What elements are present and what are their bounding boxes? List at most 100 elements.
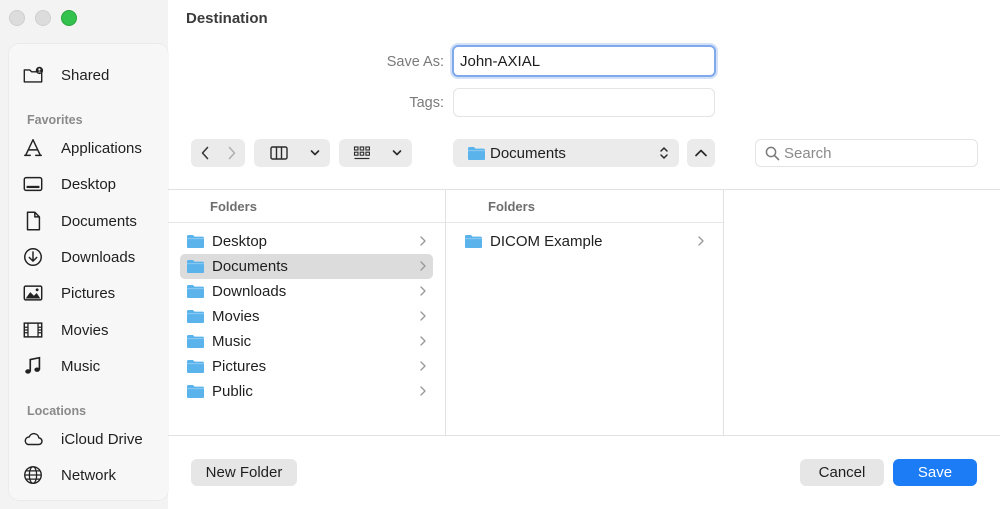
chevron-right-icon <box>228 146 235 160</box>
column-heading: Folders <box>446 190 723 223</box>
group-view-button[interactable] <box>339 139 412 167</box>
sidebar-item-label: Movies <box>61 321 109 339</box>
folder-icon <box>187 235 204 248</box>
folder-icon <box>187 335 204 348</box>
shared-folder-icon <box>20 64 46 86</box>
chevron-down-icon <box>310 150 320 156</box>
expand-collapse-button[interactable] <box>687 139 715 167</box>
column-heading: Folders <box>168 190 445 223</box>
chevron-right-icon <box>420 286 426 296</box>
favorites-heading: Favorites <box>27 113 83 127</box>
sidebar-item-icloud-drive[interactable]: iCloud Drive <box>20 425 143 453</box>
save-as-input[interactable] <box>452 45 716 77</box>
chevron-right-icon <box>420 236 426 246</box>
pictures-icon <box>20 282 46 304</box>
folder-name: Downloads <box>212 283 287 300</box>
browser-column: Folders DICOM Example <box>446 190 724 436</box>
sidebar-item-label: Applications <box>61 139 142 157</box>
minimize-window-button[interactable] <box>35 10 51 26</box>
cancel-button[interactable]: Cancel <box>800 459 884 486</box>
save-dialog: Shared Favorites Applications Desktop Do… <box>0 0 1000 509</box>
folder-list: DICOM Example <box>446 223 723 254</box>
folder-name: Music <box>212 333 252 350</box>
chevron-right-icon <box>420 311 426 321</box>
folder-row[interactable]: Public <box>180 379 433 404</box>
dialog-title: Destination <box>186 10 268 27</box>
back-button[interactable] <box>191 139 218 167</box>
sidebar-item-applications[interactable]: Applications <box>20 134 142 162</box>
folder-row[interactable]: Music <box>180 329 433 354</box>
folder-list: Desktop Documents Downloads Movies Music Pict… <box>168 223 445 404</box>
applications-icon <box>20 137 46 159</box>
sidebar-item-desktop[interactable]: Desktop <box>20 170 116 198</box>
folder-icon <box>465 235 482 248</box>
sidebar-item-label: Documents <box>61 212 137 230</box>
save-as-label: Save As: <box>386 54 444 70</box>
chevron-right-icon <box>420 361 426 371</box>
downloads-icon <box>20 246 46 268</box>
search-placeholder: Search <box>784 144 832 162</box>
sidebar-item-label: Shared <box>61 66 110 84</box>
maximize-window-button[interactable] <box>61 10 77 26</box>
location-label: Documents <box>490 144 566 162</box>
folder-row[interactable]: DICOM Example <box>458 229 711 254</box>
sidebar-item-documents[interactable]: Documents <box>20 207 137 235</box>
sidebar-item-label: Music <box>61 357 101 375</box>
chevron-right-icon <box>420 386 426 396</box>
search-input[interactable]: Search <box>755 139 978 167</box>
folder-icon <box>468 146 485 160</box>
sidebar-item-shared[interactable]: Shared <box>20 61 109 89</box>
document-icon <box>20 210 46 232</box>
sidebar-item-label: Desktop <box>61 175 117 193</box>
close-window-button[interactable] <box>9 10 25 26</box>
up-down-chevron-icon <box>660 147 668 159</box>
grid-view-icon <box>353 146 370 160</box>
forward-button[interactable] <box>218 139 245 167</box>
folder-name: Movies <box>212 308 260 325</box>
folder-icon <box>187 260 204 273</box>
column-view-button[interactable] <box>254 139 330 167</box>
folder-row[interactable]: Movies <box>180 304 433 329</box>
chevron-right-icon <box>420 336 426 346</box>
folder-row[interactable]: Pictures <box>180 354 433 379</box>
music-icon <box>20 355 46 377</box>
chevron-left-icon <box>201 146 208 160</box>
folder-name: Documents <box>212 258 288 275</box>
locations-heading: Locations <box>27 404 87 418</box>
chevron-down-icon <box>392 150 402 156</box>
desktop-icon <box>20 173 46 195</box>
search-icon <box>765 146 780 160</box>
folder-name: Pictures <box>212 358 267 375</box>
movies-icon <box>20 319 46 341</box>
sidebar-item-label: Pictures <box>61 284 116 302</box>
sidebar-item-music[interactable]: Music <box>20 352 100 380</box>
sidebar-item-network[interactable]: Network <box>20 461 116 489</box>
browser-column-empty <box>724 190 1000 436</box>
folder-row[interactable]: Documents <box>180 254 433 279</box>
tags-label: Tags: <box>409 95 444 111</box>
location-popup[interactable]: Documents <box>453 139 679 167</box>
sidebar: Shared Favorites Applications Desktop Do… <box>0 0 168 509</box>
chevron-up-icon <box>695 149 707 157</box>
folder-row[interactable]: Downloads <box>180 279 433 304</box>
folder-icon <box>187 310 204 323</box>
folder-icon <box>187 360 204 373</box>
new-folder-button[interactable]: New Folder <box>191 459 297 486</box>
folder-name: Desktop <box>212 233 268 250</box>
folder-row[interactable]: Desktop <box>180 229 433 254</box>
icloud-icon <box>20 428 46 450</box>
sidebar-item-downloads[interactable]: Downloads <box>20 243 135 271</box>
sidebar-item-movies[interactable]: Movies <box>20 316 109 344</box>
tags-input[interactable] <box>453 88 715 117</box>
navigation-buttons <box>191 139 245 167</box>
folder-icon <box>187 285 204 298</box>
column-browser: Folders Desktop Documents Downloads Movies M… <box>168 189 1000 436</box>
sidebar-item-label: Downloads <box>61 248 136 266</box>
save-button[interactable]: Save <box>893 459 977 486</box>
folder-name: Public <box>212 383 253 400</box>
sidebar-item-label: iCloud Drive <box>61 430 143 448</box>
chevron-right-icon <box>420 261 426 271</box>
network-icon <box>20 464 46 486</box>
sidebar-item-pictures[interactable]: Pictures <box>20 279 115 307</box>
column-view-icon <box>270 146 288 160</box>
